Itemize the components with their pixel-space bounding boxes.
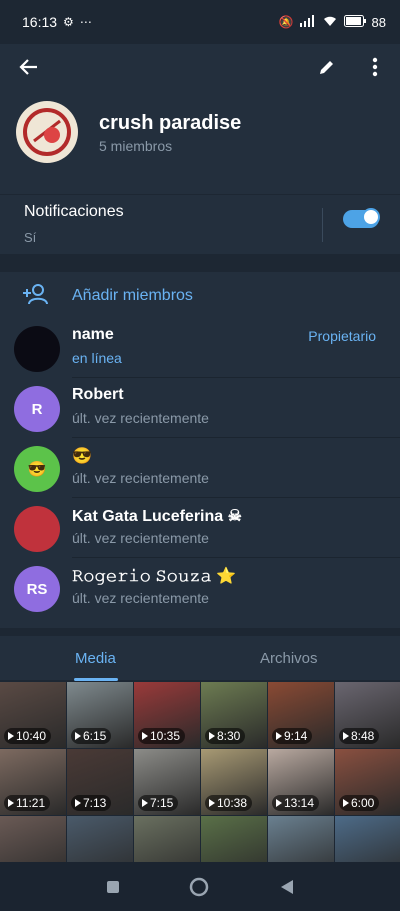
video-duration: 8:30 bbox=[205, 728, 246, 744]
status-bar: 16:13 ⚙ ⋯ 🔕 88 bbox=[0, 0, 400, 44]
members-section: Añadir miembros name en línea Propietario R… bbox=[0, 272, 400, 628]
media-thumbnail[interactable] bbox=[134, 816, 200, 862]
member-status: en línea bbox=[72, 350, 122, 366]
member-status: últ. vez recientemente bbox=[72, 410, 209, 426]
notifications-label: Notificaciones bbox=[24, 203, 124, 220]
media-thumbnail[interactable]: 11:21 bbox=[0, 749, 66, 815]
media-thumbnail[interactable]: 7:13 bbox=[67, 749, 133, 815]
add-members-label: Añadir miembros bbox=[72, 287, 193, 304]
video-duration: 9:14 bbox=[272, 728, 313, 744]
media-thumbnail[interactable]: 8:30 bbox=[201, 682, 267, 748]
group-logo-icon bbox=[23, 108, 71, 156]
media-thumbnail[interactable] bbox=[268, 816, 334, 862]
media-thumbnail[interactable]: 10:40 bbox=[0, 682, 66, 748]
pencil-icon bbox=[320, 61, 333, 74]
media-thumbnail[interactable] bbox=[335, 816, 400, 862]
add-user-icon bbox=[23, 284, 48, 305]
media-thumbnail[interactable] bbox=[201, 816, 267, 862]
settings-icon: ⚙ bbox=[63, 15, 74, 29]
system-nav-bar bbox=[0, 862, 400, 911]
tab-indicator bbox=[74, 678, 118, 681]
back-nav-button[interactable] bbox=[276, 876, 298, 898]
media-thumbnail[interactable] bbox=[67, 816, 133, 862]
notifications-value: Sí bbox=[24, 230, 37, 245]
media-thumbnail[interactable]: 9:14 bbox=[268, 682, 334, 748]
media-thumbnail[interactable]: 7:15 bbox=[134, 749, 200, 815]
member-row[interactable]: R Robert últ. vez recientemente bbox=[0, 378, 400, 438]
back-button[interactable] bbox=[14, 52, 44, 82]
edit-button[interactable] bbox=[312, 52, 342, 82]
member-row[interactable]: RS 𝚁𝚘𝚐𝚎𝚛𝚒𝚘 𝚂𝚘𝚞𝚣𝚊 ⭐ últ. vez recientemente bbox=[0, 558, 400, 618]
avatar: 😎 bbox=[14, 446, 60, 492]
video-duration: 11:21 bbox=[4, 795, 51, 811]
media-thumbnail[interactable]: 13:14 bbox=[268, 749, 334, 815]
group-header: crush paradise 5 miembros bbox=[0, 44, 400, 254]
member-name: 😎 bbox=[72, 448, 92, 465]
group-avatar[interactable] bbox=[16, 101, 78, 163]
divider bbox=[322, 208, 323, 242]
arrow-left-icon bbox=[19, 59, 37, 75]
circle-icon bbox=[189, 877, 209, 897]
video-duration: 10:40 bbox=[4, 728, 52, 744]
media-tabs: Media Archivos bbox=[0, 636, 400, 681]
media-thumbnail[interactable]: 8:48 bbox=[335, 682, 400, 748]
video-duration: 6:00 bbox=[339, 795, 380, 811]
member-row[interactable]: Kat Gata Luceferina ☠ últ. vez recienteme… bbox=[0, 498, 400, 558]
toggle-knob bbox=[362, 208, 380, 226]
square-icon bbox=[107, 881, 119, 893]
signal-icon bbox=[299, 14, 316, 30]
member-status: últ. vez recientemente bbox=[72, 590, 209, 606]
video-duration: 10:38 bbox=[205, 795, 253, 811]
video-duration: 10:35 bbox=[138, 728, 186, 744]
video-duration: 7:13 bbox=[71, 795, 112, 811]
tab-media[interactable]: Media bbox=[75, 650, 116, 667]
member-name: 𝚁𝚘𝚐𝚎𝚛𝚒𝚘 𝚂𝚘𝚞𝚣𝚊 ⭐ bbox=[72, 568, 237, 585]
avatar bbox=[14, 326, 60, 372]
video-duration: 8:48 bbox=[339, 728, 380, 744]
notifications-toggle[interactable] bbox=[343, 208, 380, 228]
media-thumbnail[interactable] bbox=[0, 816, 66, 862]
video-duration: 6:15 bbox=[71, 728, 112, 744]
member-row[interactable]: 😎 😎 últ. vez recientemente bbox=[0, 438, 400, 498]
status-time: 16:13 bbox=[22, 14, 58, 30]
video-duration: 7:15 bbox=[138, 795, 179, 811]
triangle-back-icon bbox=[281, 880, 293, 894]
video-duration: 13:14 bbox=[272, 795, 320, 811]
more-dots-icon: ⋯ bbox=[79, 15, 92, 29]
battery-level: 88 bbox=[371, 14, 386, 30]
wifi-icon bbox=[322, 14, 338, 30]
media-thumbnail[interactable]: 6:00 bbox=[335, 749, 400, 815]
avatar: R bbox=[14, 386, 60, 432]
member-status: últ. vez recientemente bbox=[72, 530, 209, 546]
toolbar bbox=[0, 44, 400, 90]
member-name: name bbox=[72, 326, 114, 343]
member-name: Kat Gata Luceferina ☠ bbox=[72, 508, 242, 525]
group-member-count: 5 miembros bbox=[99, 138, 173, 154]
more-vertical-icon bbox=[372, 57, 378, 77]
recent-apps-button[interactable] bbox=[102, 876, 124, 898]
more-options-button[interactable] bbox=[360, 52, 390, 82]
media-thumbnail[interactable]: 6:15 bbox=[67, 682, 133, 748]
member-row[interactable]: name en línea Propietario bbox=[0, 318, 400, 378]
tab-archivos[interactable]: Archivos bbox=[260, 650, 318, 667]
media-thumbnail[interactable]: 10:38 bbox=[201, 749, 267, 815]
member-status: últ. vez recientemente bbox=[72, 470, 209, 486]
mute-icon: 🔕 bbox=[278, 15, 294, 29]
group-title: crush paradise bbox=[99, 112, 242, 134]
avatar bbox=[14, 506, 60, 552]
member-role-badge: Propietario bbox=[308, 328, 376, 344]
home-button[interactable] bbox=[188, 876, 210, 898]
battery-icon bbox=[343, 14, 366, 30]
media-grid: 10:40 6:15 10:35 8:30 9:14 8:48 11:21 7:13 7:15 1… bbox=[0, 682, 400, 862]
member-name: Robert bbox=[72, 386, 124, 403]
avatar: RS bbox=[14, 566, 60, 612]
add-members-button[interactable]: Añadir miembros bbox=[0, 272, 400, 318]
media-thumbnail[interactable]: 10:35 bbox=[134, 682, 200, 748]
